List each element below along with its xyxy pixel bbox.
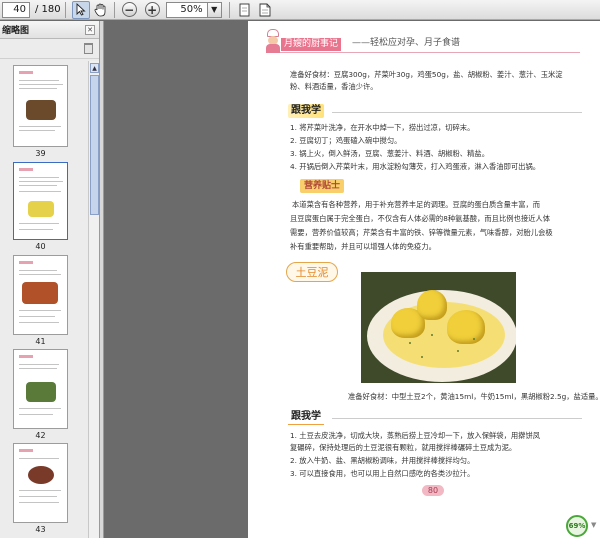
- scrollbar-thumb[interactable]: [90, 75, 99, 215]
- zoom-select[interactable]: 50%: [165, 1, 208, 18]
- close-icon[interactable]: ✕: [85, 25, 95, 35]
- chef-icon: [264, 29, 282, 53]
- select-text-tool[interactable]: [71, 0, 90, 19]
- sidebar-title: 缩略图: [2, 26, 30, 36]
- tip-heading: 营养贴士: [300, 179, 345, 193]
- thumbnail-label: 42: [35, 431, 46, 440]
- ingredients-text: 准备好食材：豆腐300g，芹菜叶30g，鸡蛋50g，盐、胡椒粉、姜汁、葱汁、玉米…: [290, 70, 563, 79]
- section-divider: [332, 112, 582, 113]
- document-icon: [259, 3, 271, 16]
- step-text: 2. 放入牛奶、盐、黑胡椒粉调味，并用搅拌棒搅拌均匀。: [290, 456, 475, 465]
- page-icon: [239, 3, 250, 16]
- page-number-input[interactable]: 40: [2, 1, 30, 18]
- toolbar: 40 / 180 − + 50% ▼: [0, 0, 600, 20]
- thumbnail-page[interactable]: [13, 255, 68, 335]
- thumbnail-label: 40: [35, 242, 46, 251]
- thumbnail-page[interactable]: [13, 443, 68, 523]
- book-title: 月嫂的厨事记: [281, 38, 342, 51]
- toolbar-separator: [64, 1, 66, 18]
- sidebar-toolbar: [0, 39, 99, 59]
- ingredients-text: 准备好食材：中型土豆2个，黄油15ml，牛奶15ml，黑胡椒粉2.5g，盐适量。: [348, 392, 600, 401]
- toolbar-separator: [228, 1, 230, 18]
- page-total: / 180: [35, 4, 61, 15]
- zoom-badge[interactable]: 69%: [566, 515, 588, 537]
- thumbnail-page[interactable]: [13, 65, 68, 147]
- section-heading: 跟我学: [288, 104, 324, 118]
- section-heading: 跟我学: [288, 410, 324, 425]
- sidebar-scrollbar[interactable]: ▲: [88, 61, 99, 538]
- thumbnail-sidebar: 缩略图 ✕ 39 40 41 42 43 ▲: [0, 21, 100, 538]
- tip-text: 补有重要帮助，并且可以增强人体的免疫力。: [290, 242, 436, 251]
- thumbnail-page[interactable]: [13, 349, 68, 429]
- dish-photo: [361, 272, 516, 383]
- tip-text: 需要，营养价值较高；芹菜含有丰富的铁、锌等微量元素，气味香醇，对胎儿会极: [290, 228, 553, 237]
- step-text: 1. 土豆去皮洗净，切成大块，蒸熟后捞上豆冷却一下，放入保鲜袋，用擀饼凤: [290, 431, 541, 440]
- page-number: 80: [422, 485, 444, 496]
- trash-icon[interactable]: [84, 43, 93, 54]
- section-divider: [332, 418, 582, 419]
- step-text: 复碾碎，保持处理后的土豆泥很有颗粒，就用搅拌棒碾碎土豆成为泥。: [290, 443, 517, 452]
- zoom-out-button[interactable]: −: [121, 2, 137, 17]
- dish-title: 土豆泥: [286, 262, 338, 282]
- document-page: 月嫂的厨事记 ——轻松应对孕、月子食谱 准备好食材：豆腐300g，芹菜叶30g，…: [248, 21, 600, 538]
- chevron-down-icon[interactable]: ▼: [207, 1, 222, 18]
- ingredients-text: 粉、料酒适量，香油少许。: [290, 82, 378, 91]
- sidebar-splitter[interactable]: [100, 21, 104, 538]
- step-text: 2. 豆腐切丁；鸡蛋磕入碗中搅匀。: [290, 136, 402, 145]
- thumbnail-list[interactable]: 39 40 41 42 43: [0, 61, 88, 538]
- chevron-down-icon[interactable]: ▼: [591, 521, 600, 530]
- tip-text: 且豆腐蛋白属于完全蛋白，不仅含有人体必需的8种氨基酸，而且比例也接近人体: [290, 214, 551, 223]
- select-text-icon: [76, 3, 86, 16]
- thumbnail-label: 39: [35, 149, 46, 158]
- thumbnail-page-current[interactable]: [13, 162, 68, 240]
- hand-icon: [94, 3, 106, 16]
- book-subtitle: ——轻松应对孕、月子食谱: [352, 38, 461, 48]
- zoom-in-button[interactable]: +: [144, 2, 160, 17]
- scroll-up-icon[interactable]: ▲: [90, 63, 99, 73]
- zoom-in-icon: +: [147, 2, 158, 17]
- single-page-button[interactable]: [236, 1, 254, 19]
- thumbnail-label: 41: [35, 337, 46, 346]
- hand-tool[interactable]: [92, 1, 110, 19]
- toolbar-separator: [113, 1, 115, 18]
- continuous-page-button[interactable]: [256, 1, 274, 19]
- step-text: 3. 锅上火，倒入鲜汤，豆腐、葱姜汁、料酒、胡椒粉、精盐。: [290, 149, 489, 158]
- step-text: 3. 可以直接食用，也可以用上自然口感吃的各类沙拉汁。: [290, 469, 475, 478]
- step-text: 1. 将芹菜叶洗净，在开水中焯一下，捞出过凉，切碎末。: [290, 123, 475, 132]
- thumbnail-label: 43: [35, 525, 46, 534]
- page-header: 月嫂的厨事记 ——轻松应对孕、月子食谱: [260, 29, 590, 55]
- step-text: 4. 开锅后倒入芹菜叶末，用水淀粉勾薄芡，打入鸡蛋液，淋入香油即可出锅。: [290, 162, 541, 171]
- header-divider: [280, 52, 580, 53]
- zoom-out-icon: −: [124, 2, 135, 17]
- tip-text: 本道菜含有各种营养，用于补充营养丰足的调理。豆腐的蛋白质含量丰富，而: [292, 200, 541, 209]
